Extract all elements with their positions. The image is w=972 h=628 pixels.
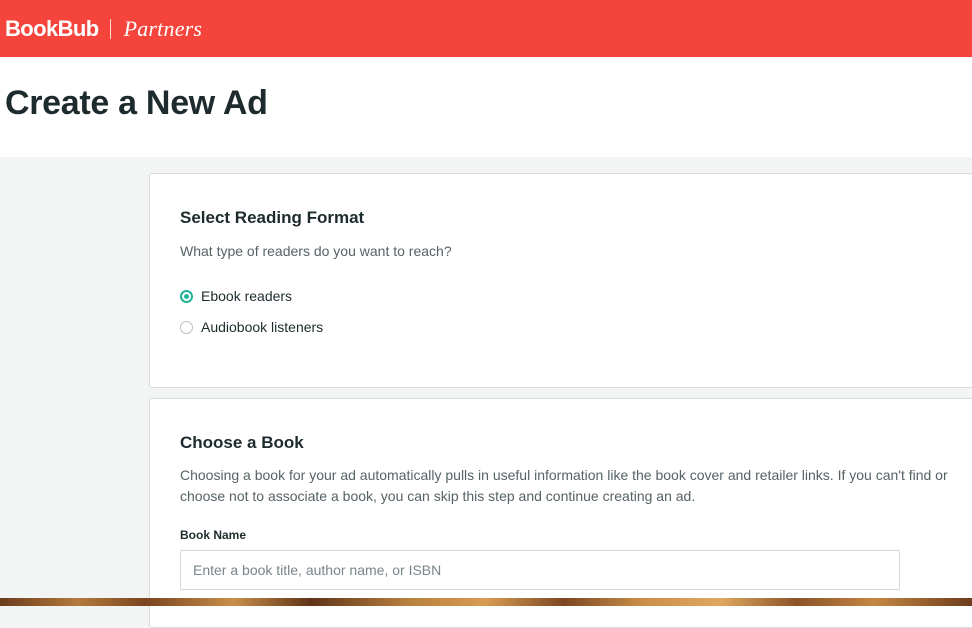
radio-label-audiobook[interactable]: Audiobook listeners <box>201 319 323 335</box>
radio-ebook-selected[interactable] <box>180 289 193 303</box>
choose-book-card: Choose a Book Choosing a book for your a… <box>149 398 972 628</box>
logo-divider <box>109 18 111 39</box>
choose-book-title: Choose a Book <box>180 433 304 452</box>
radio-label-ebook[interactable]: Ebook readers <box>201 288 292 304</box>
book-name-input[interactable] <box>180 550 900 590</box>
reading-format-subtitle: What type of readers do you want to reac… <box>180 243 452 259</box>
reading-format-card: Select Reading Format What type of reade… <box>149 173 972 388</box>
radio-option-ebook[interactable]: Ebook readers <box>180 288 292 304</box>
choose-book-description: Choosing a book for your ad automaticall… <box>180 467 948 504</box>
book-name-label: Book Name <box>180 528 247 542</box>
top-nav-bar: BookBub Partners <box>0 0 972 57</box>
bookbub-logo[interactable]: BookBub <box>5 16 99 42</box>
radio-option-audiobook[interactable]: Audiobook listeners <box>180 319 323 335</box>
partners-label: Partners <box>123 15 203 41</box>
page-title: Create a New Ad <box>5 84 268 122</box>
background-image-strip <box>0 598 972 606</box>
reading-format-title: Select Reading Format <box>180 208 365 227</box>
radio-audiobook[interactable] <box>180 320 193 334</box>
page-header: Create a New Ad <box>0 57 972 157</box>
